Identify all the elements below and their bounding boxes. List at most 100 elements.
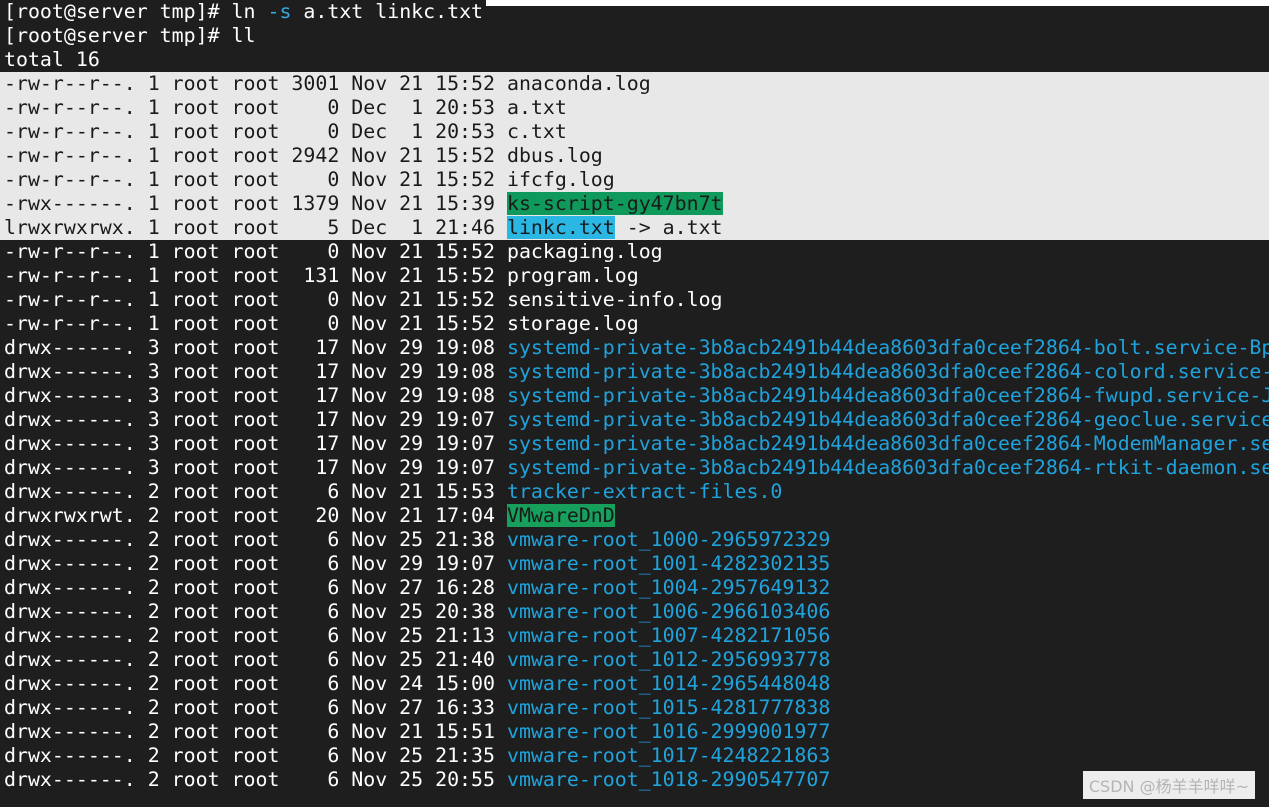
file-name: systemd-private-3b8acb2491b44dea8603dfa0… bbox=[506, 360, 1269, 383]
file-name: packaging.log bbox=[506, 240, 663, 263]
file-name: a.txt bbox=[506, 96, 567, 119]
file-name: ks-script-gy47bn7t bbox=[506, 192, 723, 215]
file-name: systemd-private-3b8acb2491b44dea8603dfa0… bbox=[506, 384, 1269, 407]
file-name: systemd-private-3b8acb2491b44dea8603dfa0… bbox=[506, 456, 1269, 479]
text-selection: -rw-r--r--. 1 root root 3001 Nov 21 15:5… bbox=[0, 72, 1269, 240]
command-line-ln: [root@server tmp]# ln -s a.txt linkc.txt bbox=[4, 0, 1269, 24]
file-metadata: lrwxrwxrwx. 1 root root 5 Dec 1 21:46 bbox=[4, 216, 507, 239]
listing-row: lrwxrwxrwx. 1 root root 5 Dec 1 21:46 li… bbox=[4, 216, 1269, 240]
terminal-output[interactable]: [root@server tmp]# ln -s a.txt linkc.txt… bbox=[0, 0, 1269, 792]
listing-row: drwx------. 2 root root 6 Nov 25 20:38 v… bbox=[4, 600, 1269, 624]
listing-row: drwx------. 3 root root 17 Nov 29 19:07 … bbox=[4, 456, 1269, 480]
listing-row: drwx------. 2 root root 6 Nov 25 21:35 v… bbox=[4, 744, 1269, 768]
file-name: program.log bbox=[506, 264, 639, 287]
watermark: CSDN @杨羊羊咩咩~ bbox=[1082, 771, 1255, 799]
listing-row: drwx------. 2 root root 6 Nov 27 16:28 v… bbox=[4, 576, 1269, 600]
file-metadata: -rw-r--r--. 1 root root 0 Nov 21 15:52 bbox=[4, 288, 507, 311]
file-metadata: drwx------. 2 root root 6 Nov 21 15:51 bbox=[4, 720, 507, 743]
file-metadata: -rw-r--r--. 1 root root 0 Dec 1 20:53 bbox=[4, 96, 507, 119]
file-name: dbus.log bbox=[506, 144, 603, 167]
file-metadata: drwx------. 2 root root 6 Nov 27 16:33 bbox=[4, 696, 507, 719]
file-name: vmware-root_1016-2999001977 bbox=[506, 720, 831, 743]
listing-row: drwx------. 2 root root 6 Nov 29 19:07 v… bbox=[4, 552, 1269, 576]
file-name: vmware-root_1012-2956993778 bbox=[506, 648, 831, 671]
listing-row: -rw-r--r--. 1 root root 0 Nov 21 15:52 i… bbox=[4, 168, 1269, 192]
command-text: ll bbox=[231, 24, 256, 47]
file-metadata: -rw-r--r--. 1 root root 2942 Nov 21 15:5… bbox=[4, 144, 507, 167]
listing-row: drwx------. 2 root root 6 Nov 24 15:00 v… bbox=[4, 672, 1269, 696]
file-name: vmware-root_1007-4282171056 bbox=[506, 624, 831, 647]
file-metadata: drwx------. 3 root root 17 Nov 29 19:07 bbox=[4, 456, 507, 479]
listing-row: drwxrwxrwt. 2 root root 20 Nov 21 17:04 … bbox=[4, 504, 1269, 528]
file-name: systemd-private-3b8acb2491b44dea8603dfa0… bbox=[506, 432, 1269, 455]
file-name: anaconda.log bbox=[506, 72, 651, 95]
listing-row: drwx------. 2 root root 6 Nov 25 20:55 v… bbox=[4, 768, 1269, 792]
listing-row: -rw-r--r--. 1 root root 3001 Nov 21 15:5… bbox=[4, 72, 1269, 96]
file-metadata: -rw-r--r--. 1 root root 131 Nov 21 15:52 bbox=[4, 264, 507, 287]
file-name: vmware-root_1004-2957649132 bbox=[506, 576, 831, 599]
total-line: total 16 bbox=[4, 48, 100, 71]
file-metadata: drwx------. 3 root root 17 Nov 29 19:08 bbox=[4, 336, 507, 359]
directory-listing: -rw-r--r--. 1 root root 3001 Nov 21 15:5… bbox=[0, 72, 1269, 792]
file-metadata: -rwx------. 1 root root 1379 Nov 21 15:3… bbox=[4, 192, 507, 215]
file-metadata: drwx------. 2 root root 6 Nov 25 20:55 bbox=[4, 768, 507, 791]
file-metadata: drwx------. 2 root root 6 Nov 29 19:07 bbox=[4, 552, 507, 575]
file-name: vmware-root_1006-2966103406 bbox=[506, 600, 831, 623]
file-name: vmware-root_1000-2965972329 bbox=[506, 528, 831, 551]
file-metadata: drwxrwxrwt. 2 root root 20 Nov 21 17:04 bbox=[4, 504, 507, 527]
command-args: a.txt linkc.txt bbox=[291, 0, 484, 23]
listing-row: drwx------. 2 root root 6 Nov 25 21:13 v… bbox=[4, 624, 1269, 648]
listing-row: -rw-r--r--. 1 root root 0 Nov 21 15:52 s… bbox=[4, 312, 1269, 336]
file-name: sensitive-info.log bbox=[506, 288, 723, 311]
file-metadata: drwx------. 2 root root 6 Nov 25 21:40 bbox=[4, 648, 507, 671]
command-line-ll: [root@server tmp]# ll bbox=[4, 24, 1269, 48]
listing-row: -rw-r--r--. 1 root root 0 Nov 21 15:52 p… bbox=[4, 240, 1269, 264]
listing-row: drwx------. 2 root root 6 Nov 21 15:51 v… bbox=[4, 720, 1269, 744]
file-metadata: drwx------. 2 root root 6 Nov 24 15:00 bbox=[4, 672, 507, 695]
file-name: systemd-private-3b8acb2491b44dea8603dfa0… bbox=[506, 336, 1269, 359]
listing-row: drwx------. 3 root root 17 Nov 29 19:08 … bbox=[4, 384, 1269, 408]
command-text: ln bbox=[231, 0, 268, 23]
file-name: linkc.txt bbox=[506, 216, 615, 239]
file-metadata: -rw-r--r--. 1 root root 0 Nov 21 15:52 bbox=[4, 168, 507, 191]
listing-row: drwx------. 2 root root 6 Nov 27 16:33 v… bbox=[4, 696, 1269, 720]
file-name: vmware-root_1015-4281777838 bbox=[506, 696, 831, 719]
listing-row: -rw-r--r--. 1 root root 0 Dec 1 20:53 c.… bbox=[4, 120, 1269, 144]
file-name: tracker-extract-files.0 bbox=[506, 480, 783, 503]
listing-row: drwx------. 3 root root 17 Nov 29 19:07 … bbox=[4, 432, 1269, 456]
file-metadata: -rw-r--r--. 1 root root 3001 Nov 21 15:5… bbox=[4, 72, 507, 95]
file-metadata: drwx------. 3 root root 17 Nov 29 19:07 bbox=[4, 408, 507, 431]
file-metadata: drwx------. 2 root root 6 Nov 25 21:13 bbox=[4, 624, 507, 647]
shell-prompt: [root@server tmp]# bbox=[4, 24, 232, 47]
listing-row: drwx------. 2 root root 6 Nov 25 21:38 v… bbox=[4, 528, 1269, 552]
file-metadata: drwx------. 2 root root 6 Nov 27 16:28 bbox=[4, 576, 507, 599]
file-name: vmware-root_1017-4248221863 bbox=[506, 744, 831, 767]
file-metadata: drwx------. 2 root root 6 Nov 21 15:53 bbox=[4, 480, 507, 503]
file-name: vmware-root_1014-2965448048 bbox=[506, 672, 831, 695]
listing-row: drwx------. 3 root root 17 Nov 29 19:08 … bbox=[4, 336, 1269, 360]
listing-row: drwx------. 3 root root 17 Nov 29 19:07 … bbox=[4, 408, 1269, 432]
file-name: vmware-root_1018-2990547707 bbox=[506, 768, 831, 791]
file-metadata: drwx------. 3 root root 17 Nov 29 19:08 bbox=[4, 384, 507, 407]
file-name: vmware-root_1001-4282302135 bbox=[506, 552, 831, 575]
shell-prompt: [root@server tmp]# bbox=[4, 0, 232, 23]
listing-row: drwx------. 2 root root 6 Nov 25 21:40 v… bbox=[4, 648, 1269, 672]
file-metadata: drwx------. 2 root root 6 Nov 25 20:38 bbox=[4, 600, 507, 623]
listing-row: -rw-r--r--. 1 root root 2942 Nov 21 15:5… bbox=[4, 144, 1269, 168]
symlink-target: -> a.txt bbox=[614, 216, 723, 239]
listing-row: -rw-r--r--. 1 root root 0 Nov 21 15:52 s… bbox=[4, 288, 1269, 312]
file-name: c.txt bbox=[506, 120, 567, 143]
file-metadata: drwx------. 3 root root 17 Nov 29 19:07 bbox=[4, 432, 507, 455]
file-metadata: drwx------. 2 root root 6 Nov 25 21:38 bbox=[4, 528, 507, 551]
listing-row: drwx------. 2 root root 6 Nov 21 15:53 t… bbox=[4, 480, 1269, 504]
file-metadata: -rw-r--r--. 1 root root 0 Nov 21 15:52 bbox=[4, 312, 507, 335]
file-metadata: -rw-r--r--. 1 root root 0 Dec 1 20:53 bbox=[4, 120, 507, 143]
listing-row: -rwx------. 1 root root 1379 Nov 21 15:3… bbox=[4, 192, 1269, 216]
listing-row: -rw-r--r--. 1 root root 0 Dec 1 20:53 a.… bbox=[4, 96, 1269, 120]
listing-row: drwx------. 3 root root 17 Nov 29 19:08 … bbox=[4, 360, 1269, 384]
file-name: systemd-private-3b8acb2491b44dea8603dfa0… bbox=[506, 408, 1269, 431]
listing-row: -rw-r--r--. 1 root root 131 Nov 21 15:52… bbox=[4, 264, 1269, 288]
command-flag: -s bbox=[267, 0, 292, 23]
file-name: ifcfg.log bbox=[506, 168, 615, 191]
file-name: storage.log bbox=[506, 312, 639, 335]
